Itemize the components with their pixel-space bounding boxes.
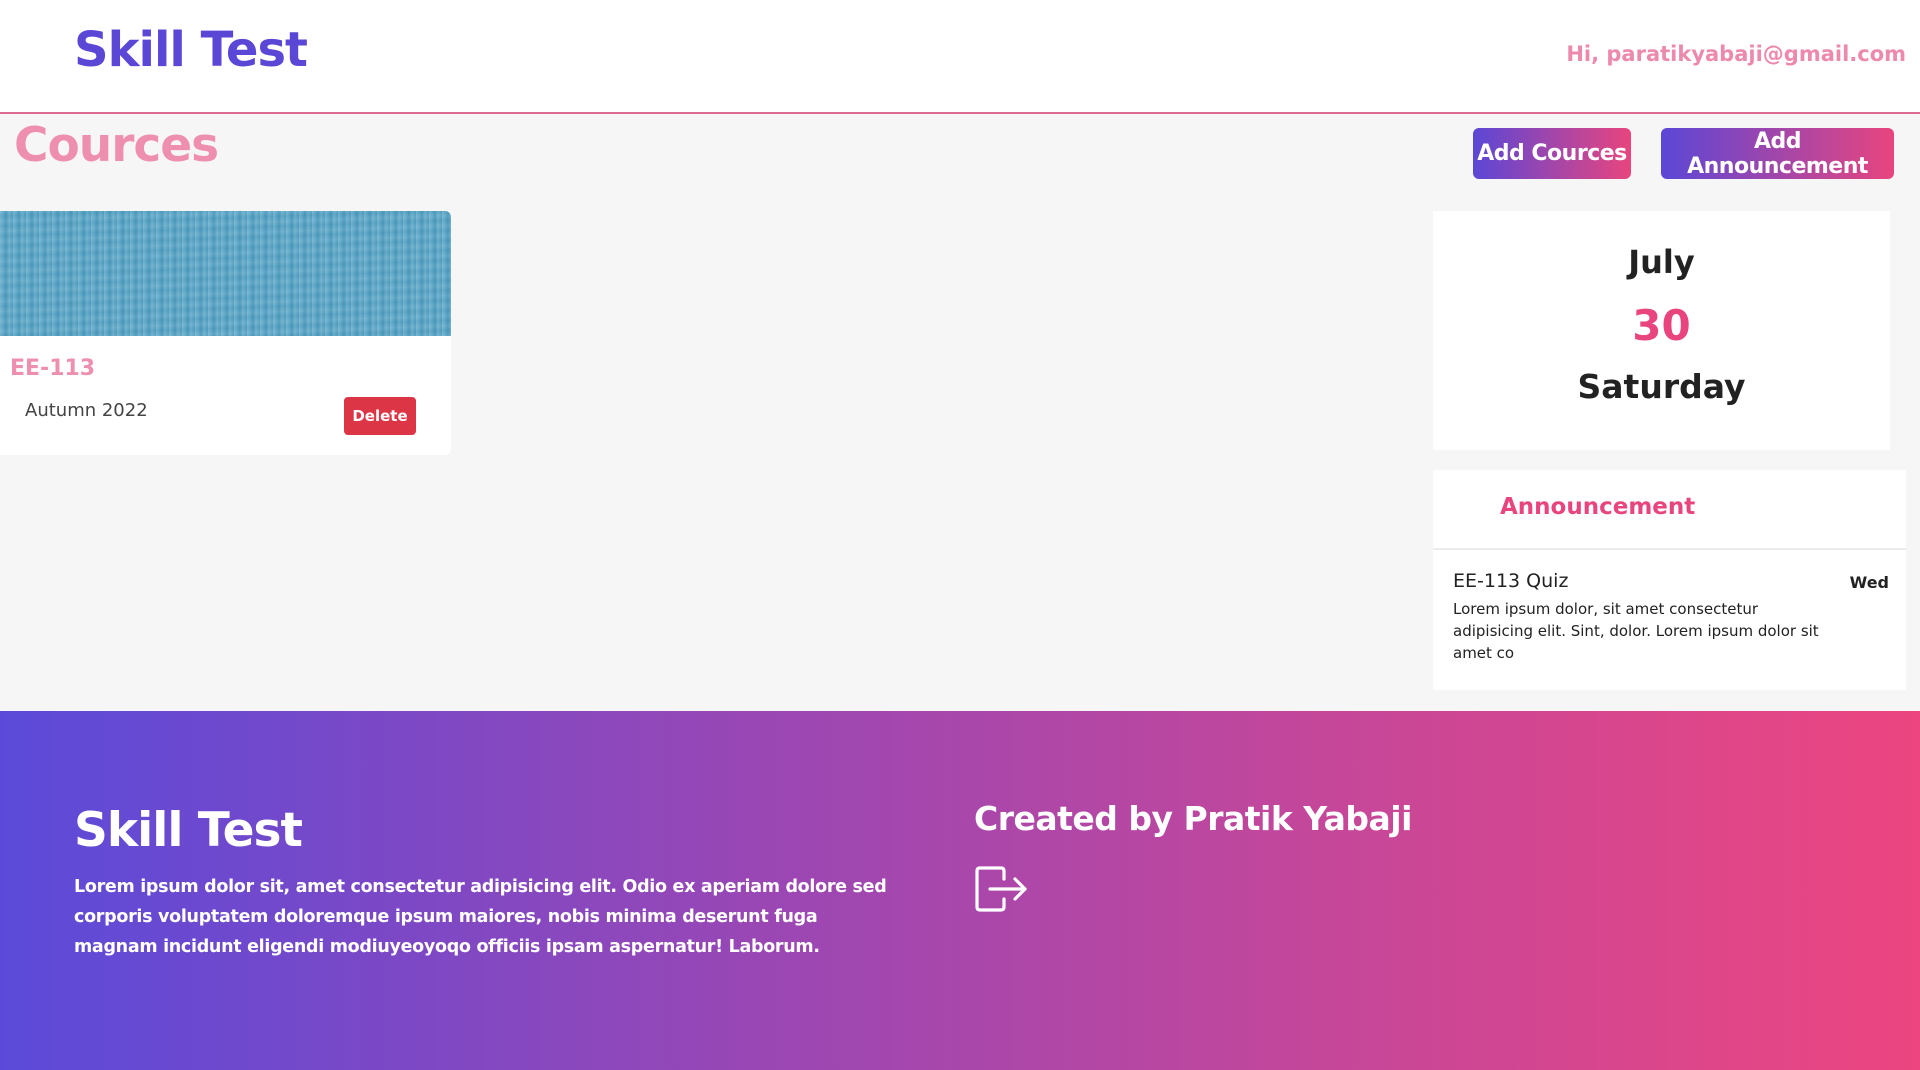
footer-description: Lorem ipsum dolor sit, amet consectetur … bbox=[74, 877, 887, 957]
add-announcement-button[interactable]: Add Announcement bbox=[1661, 128, 1894, 179]
announcement-header: Announcement bbox=[1433, 470, 1906, 550]
date-card: July 30 Saturday bbox=[1433, 211, 1890, 450]
course-cover-image bbox=[0, 211, 451, 336]
logout-icon[interactable] bbox=[974, 865, 1028, 913]
date-day-number: 30 bbox=[1632, 301, 1691, 350]
announcement-title: Announcement bbox=[1500, 494, 1696, 520]
announcement-item-body: Lorem ipsum dolor, sit amet consectetur … bbox=[1453, 600, 1819, 662]
announcement-item-title: EE-113 Quiz bbox=[1453, 570, 1569, 592]
delete-course-button[interactable]: Delete bbox=[344, 397, 416, 435]
page-title: Cources bbox=[14, 118, 219, 173]
course-term: Autumn 2022 bbox=[25, 400, 148, 421]
footer-credit: Created by Pratik Yabaji bbox=[974, 799, 1412, 838]
add-course-button[interactable]: Add Cources bbox=[1473, 128, 1631, 179]
date-weekday: Saturday bbox=[1577, 367, 1746, 406]
user-greeting: Hi, paratikyabaji@gmail.com bbox=[1566, 42, 1906, 66]
announcement-panel: Announcement EE-113 Quiz Wed Lorem ipsum… bbox=[1433, 470, 1906, 690]
date-month: July bbox=[1628, 243, 1695, 281]
announcement-item-day: Wed bbox=[1849, 573, 1889, 592]
brand-logo[interactable]: Skill Test bbox=[74, 22, 308, 78]
course-code[interactable]: EE-113 bbox=[10, 356, 95, 381]
footer: Skill Test Lorem ipsum dolor sit, amet c… bbox=[0, 711, 1920, 1070]
footer-brand: Skill Test bbox=[74, 803, 303, 858]
top-navbar: Skill Test Hi, paratikyabaji@gmail.com bbox=[0, 0, 1920, 114]
course-card[interactable]: EE-113 Autumn 2022 Delete bbox=[0, 211, 451, 455]
